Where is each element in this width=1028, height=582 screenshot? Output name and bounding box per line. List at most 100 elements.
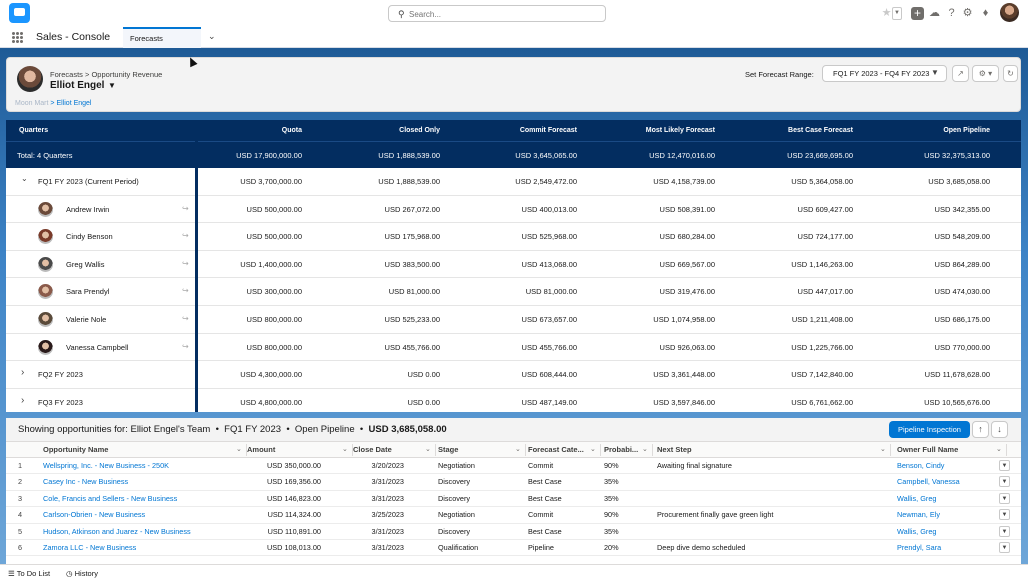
opportunity-name-link[interactable]: Hudson, Atkinson and Juarez - New Busine… [43, 527, 191, 536]
chevron-right-icon[interactable]: › [21, 395, 24, 406]
utility-todo-list[interactable]: ☰ To Do List [8, 569, 50, 578]
chevron-down-icon[interactable]: ⌄ [208, 31, 216, 42]
forecast-value[interactable]: USD 680,284.00 [660, 232, 715, 241]
forecast-owner-name[interactable]: Elliot Engel [50, 80, 104, 91]
opp-column-header[interactable]: Owner Full Name [897, 445, 958, 454]
chevron-down-icon[interactable]: ⌄ [515, 445, 521, 453]
arrow-up-icon[interactable]: ↑ [972, 421, 989, 438]
app-launcher-icon[interactable] [12, 32, 23, 43]
forecast-value[interactable]: USD 1,225,766.00 [791, 343, 853, 352]
rep-name[interactable]: Valerie Nole [66, 315, 106, 324]
forecast-value[interactable]: USD 7,142,840.00 [791, 370, 853, 379]
forecast-value[interactable]: USD 400,013.00 [522, 205, 577, 214]
chevron-right-icon[interactable]: › [21, 367, 24, 378]
drill-down-icon[interactable]: ↪ [182, 314, 189, 323]
trailhead-icon[interactable]: ☁ [928, 7, 941, 20]
forecast-value[interactable]: USD 455,766.00 [522, 343, 577, 352]
table-row[interactable]: 5 Hudson, Atkinson and Juarez - New Busin… [6, 524, 1021, 540]
help-icon[interactable]: ? [945, 7, 958, 20]
forecast-value[interactable]: USD 1,400,000.00 [240, 260, 302, 269]
owner-name-link[interactable]: Wallis, Greg [897, 527, 936, 536]
forecast-value[interactable]: USD 81,000.00 [389, 287, 440, 296]
global-search[interactable]: ⚲ [388, 5, 606, 22]
chevron-down-icon[interactable]: ⌄ [880, 445, 886, 453]
owner-name-link[interactable]: Campbell, Vanessa [897, 477, 960, 486]
forecast-value[interactable]: USD 10,565,676.00 [924, 398, 990, 407]
opportunity-name-link[interactable]: Zamora LLC - New Business [43, 543, 136, 552]
forecast-value[interactable]: USD 3,685,058.00 [928, 177, 990, 186]
row-actions-icon[interactable]: ▼ [999, 460, 1010, 471]
salesforce-logo-icon[interactable] [9, 3, 30, 23]
forecast-value[interactable]: USD 500,000.00 [247, 232, 302, 241]
opp-column-header[interactable]: Probabi... [604, 445, 638, 454]
chevron-down-icon[interactable]: ⌄ [590, 445, 596, 453]
row-actions-icon[interactable]: ▼ [999, 476, 1010, 488]
chevron-down-icon[interactable]: ⌄ [996, 445, 1002, 453]
column-header[interactable]: Closed Only [399, 127, 440, 134]
row-actions-icon[interactable]: ▼ [999, 542, 1010, 553]
settings-gear-icon[interactable]: ⚙ ▾ [972, 65, 999, 82]
rep-row[interactable]: Vanessa Campbell ↪ USD 800,000.00 USD 455,7… [6, 333, 1021, 362]
column-header[interactable]: Best Case Forecast [788, 127, 853, 134]
forecast-value[interactable]: USD 4,800,000.00 [240, 398, 302, 407]
forecast-value[interactable]: USD 300,000.00 [247, 287, 302, 296]
rep-name[interactable]: Greg Wallis [66, 260, 104, 269]
table-row[interactable]: 2 Casey Inc - New Business USD 169,356.00 3… [6, 474, 1021, 491]
drill-down-icon[interactable]: ↪ [182, 259, 189, 268]
forecast-value[interactable]: USD 800,000.00 [247, 315, 302, 324]
forecast-value[interactable]: USD 175,968.00 [385, 232, 440, 241]
rep-row[interactable]: Sara Prendyl ↪ USD 300,000.00 USD 81,000.00… [6, 278, 1021, 306]
setup-gear-icon[interactable]: ⚙ [961, 7, 974, 20]
opp-column-header[interactable]: Next Step [657, 445, 692, 454]
forecast-value[interactable]: USD 500,000.00 [247, 205, 302, 214]
rep-name[interactable]: Sara Prendyl [66, 287, 109, 296]
forecast-value[interactable]: USD 5,364,058.00 [791, 177, 853, 186]
utility-history[interactable]: ◷ History [66, 569, 98, 578]
column-header-quarters[interactable]: Quarters [19, 127, 48, 134]
drill-down-icon[interactable]: ↪ [182, 204, 189, 213]
opp-column-header[interactable]: Opportunity Name [43, 445, 108, 454]
rep-row[interactable]: Valerie Nole ↪ USD 800,000.00 USD 525,233.0… [6, 306, 1021, 334]
drill-down-icon[interactable]: ↪ [182, 231, 189, 240]
column-header[interactable]: Quota [282, 127, 302, 134]
forecast-value[interactable]: USD 800,000.00 [247, 343, 302, 352]
table-row[interactable]: 3 Cole, Francis and Sellers - New Busines… [6, 491, 1021, 508]
row-actions-icon[interactable]: ▼ [999, 509, 1010, 521]
forecast-value[interactable]: USD 1,888,539.00 [378, 177, 440, 186]
chevron-down-icon[interactable]: ⌄ [342, 445, 348, 453]
forecast-value[interactable]: USD 319,476.00 [660, 287, 715, 296]
forecast-value[interactable]: USD 0.00 [407, 370, 440, 379]
chevron-down-icon[interactable]: ⌄ [236, 445, 242, 453]
rep-row[interactable]: Cindy Benson ↪ USD 500,000.00 USD 175,968.0… [6, 223, 1021, 251]
drill-down-icon[interactable]: ↪ [182, 342, 189, 351]
owner-name-link[interactable]: Newman, Ely [897, 510, 940, 519]
forecast-value[interactable]: USD 447,017.00 [798, 287, 853, 296]
forecast-value[interactable]: USD 455,766.00 [385, 343, 440, 352]
chevron-down-icon[interactable]: ⌄ [21, 174, 28, 183]
notification-bell-icon[interactable]: ♦ [979, 7, 992, 20]
forecast-value[interactable]: USD 0.00 [407, 398, 440, 407]
column-header[interactable]: Open Pipeline [943, 127, 990, 134]
owner-dropdown-icon[interactable]: ▼ [108, 81, 116, 90]
hierarchy-current-link[interactable]: Elliot Engel [56, 100, 91, 107]
opp-column-header[interactable]: Amount [247, 445, 275, 454]
forecast-value[interactable]: USD 2,549,472.00 [515, 177, 577, 186]
forecast-value[interactable]: USD 474,030.00 [935, 287, 990, 296]
row-actions-icon[interactable]: ▼ [999, 525, 1010, 537]
tab-forecasts[interactable]: Forecasts [123, 27, 201, 48]
rep-name[interactable]: Andrew Irwin [66, 205, 109, 214]
forecast-value[interactable]: USD 1,211,408.00 [792, 315, 853, 324]
forecast-range-select[interactable]: FQ1 FY 2023 - FQ4 FY 2023 ▼ [822, 65, 947, 82]
forecast-value[interactable]: USD 383,500.00 [385, 260, 440, 269]
export-icon[interactable]: ↗ [952, 65, 969, 82]
owner-name-link[interactable]: Wallis, Greg [897, 494, 936, 503]
forecast-value[interactable]: USD 724,177.00 [798, 232, 853, 241]
forecast-value[interactable]: USD 3,361,448.00 [653, 370, 715, 379]
table-row[interactable]: 4 Carlson-Obrien - New Business USD 114,32… [6, 507, 1021, 524]
owner-name-link[interactable]: Prendyl, Sara [897, 543, 941, 552]
refresh-icon[interactable]: ↻ [1003, 65, 1018, 82]
forecast-value[interactable]: USD 4,158,739.00 [653, 177, 715, 186]
opportunity-name-link[interactable]: Cole, Francis and Sellers - New Business [43, 494, 177, 503]
chevron-down-icon[interactable]: ⌄ [642, 445, 648, 453]
forecast-value[interactable]: USD 686,175.00 [935, 315, 990, 324]
